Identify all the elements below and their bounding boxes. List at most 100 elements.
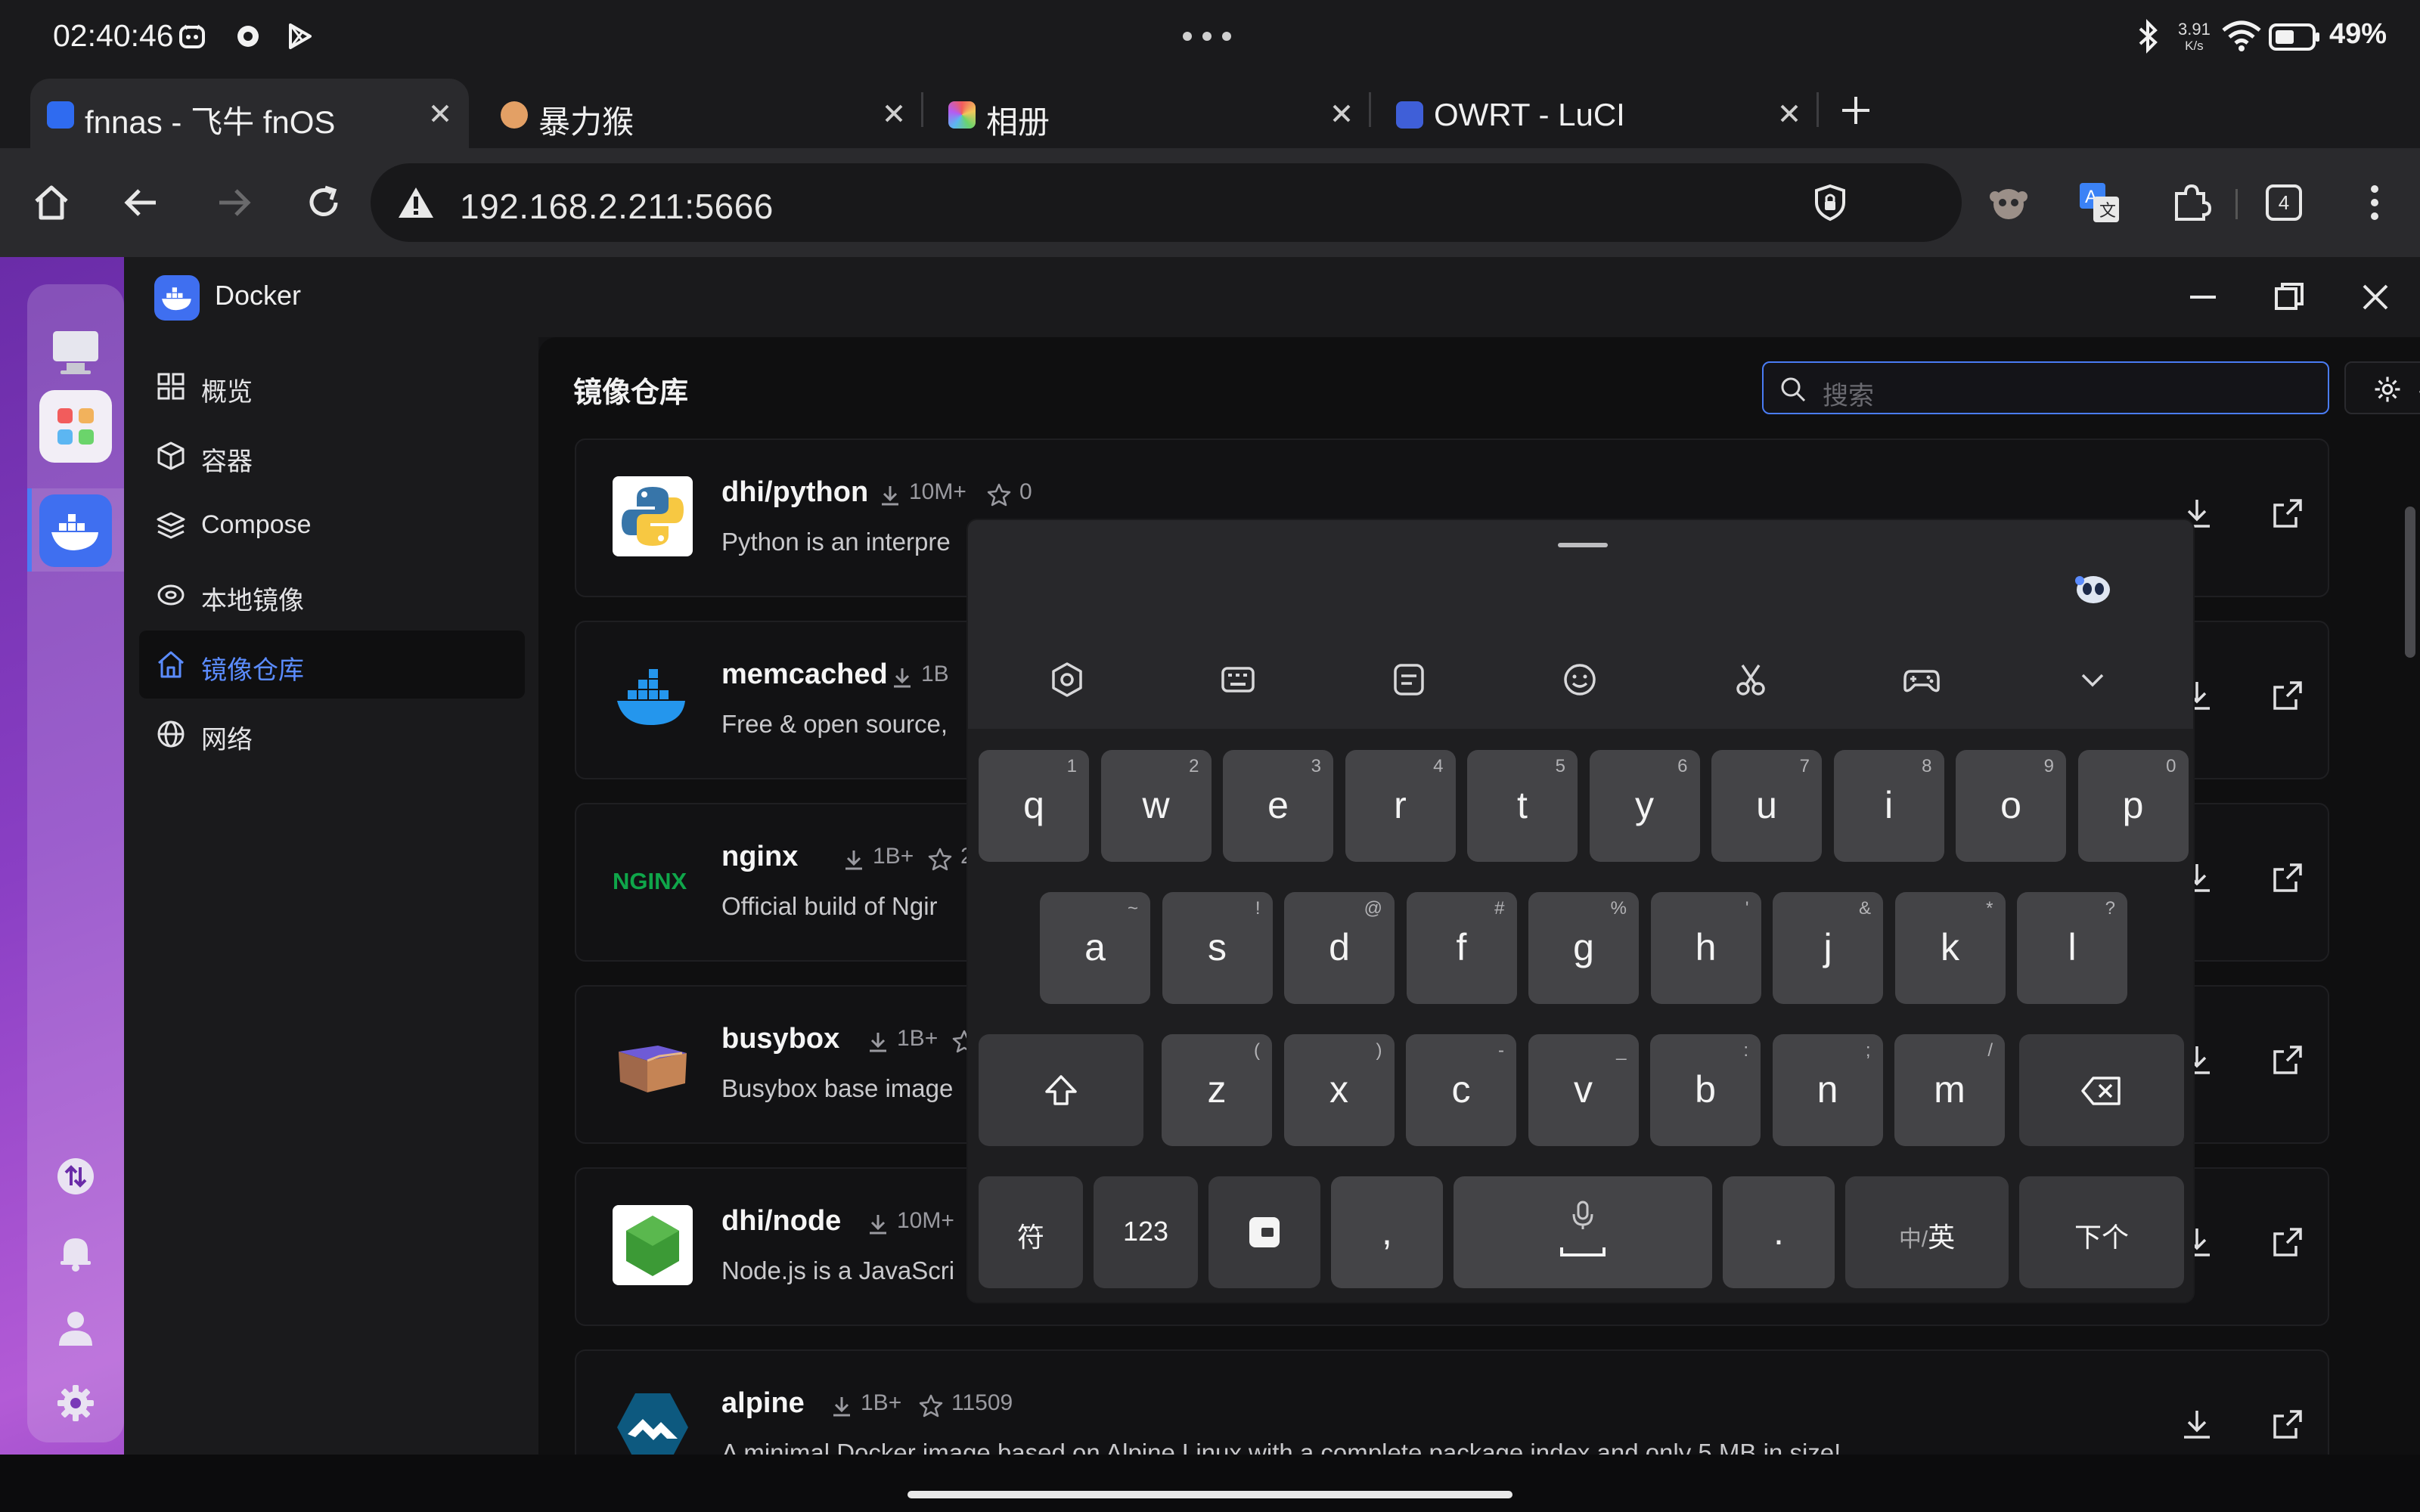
key-w[interactable]: 2w bbox=[1100, 750, 1212, 862]
gear-icon[interactable] bbox=[53, 1380, 98, 1426]
key-y[interactable]: 6y bbox=[1589, 750, 1700, 862]
home-indicator[interactable] bbox=[908, 1491, 1512, 1498]
symbols-key[interactable]: 符 bbox=[979, 1176, 1083, 1288]
chevron-down-icon[interactable] bbox=[2074, 661, 2111, 699]
key-x[interactable]: ) x bbox=[1283, 1034, 1395, 1146]
key-o[interactable]: 9o bbox=[1956, 750, 2066, 862]
key-b[interactable]: :b bbox=[1650, 1034, 1761, 1146]
ime-mascot-icon[interactable] bbox=[2074, 569, 2113, 608]
period-key[interactable]: . bbox=[1723, 1176, 1835, 1288]
nav-item-network[interactable]: 网络 bbox=[139, 700, 525, 768]
dock-app-center[interactable] bbox=[39, 390, 112, 463]
reload-icon[interactable] bbox=[302, 181, 345, 224]
key-q[interactable]: 1q bbox=[979, 750, 1089, 862]
numbers-key[interactable]: 123 bbox=[1094, 1176, 1198, 1288]
key-i[interactable]: 8i bbox=[1833, 750, 1944, 862]
not-secure-warning-icon[interactable] bbox=[396, 184, 436, 221]
nav-item-local-images[interactable]: 本地镜像 bbox=[139, 561, 525, 629]
new-tab-plus-icon[interactable] bbox=[1838, 92, 1874, 129]
dock-app-docker[interactable] bbox=[39, 494, 112, 567]
emoji-icon[interactable] bbox=[1561, 661, 1599, 699]
more-dots-icon[interactable] bbox=[1180, 27, 1234, 45]
key-p[interactable]: 0p bbox=[2077, 750, 2189, 862]
key-g[interactable]: % g bbox=[1528, 892, 1639, 1004]
space-key[interactable] bbox=[1454, 1176, 1712, 1288]
key-a[interactable]: ~ a bbox=[1040, 892, 1150, 1004]
key-r[interactable]: 4r bbox=[1345, 750, 1456, 862]
tab-fnnas[interactable]: fnnas - 飞牛 fnOS bbox=[30, 79, 469, 148]
key-c[interactable]: -c bbox=[1406, 1034, 1516, 1146]
open-external-icon[interactable] bbox=[2270, 1043, 2305, 1077]
tab-owrt-luci[interactable]: OWRT - LuCI bbox=[1379, 79, 1818, 148]
forward-arrow-icon[interactable] bbox=[212, 181, 254, 224]
restore-icon[interactable] bbox=[2270, 278, 2308, 316]
nav-item-containers[interactable]: 容器 bbox=[139, 422, 525, 490]
back-arrow-icon[interactable] bbox=[121, 181, 163, 224]
fnos-favicon-icon bbox=[47, 101, 74, 129]
dock-app-monitor[interactable] bbox=[39, 316, 112, 389]
transfer-icon[interactable] bbox=[53, 1154, 98, 1199]
key-s[interactable]: ! s bbox=[1162, 892, 1273, 1004]
address-bar[interactable]: 192.168.2.211:5666 bbox=[371, 163, 1962, 242]
close-tab-icon[interactable] bbox=[880, 100, 908, 127]
bell-icon[interactable] bbox=[53, 1229, 98, 1275]
key-h[interactable]: ' h bbox=[1650, 892, 1761, 1004]
tab-violentmonkey[interactable]: 暴力猴 bbox=[484, 79, 923, 148]
keyboard-layout-icon[interactable] bbox=[1219, 661, 1257, 699]
key-k[interactable]: * k bbox=[1894, 892, 2006, 1004]
app-center-icon bbox=[57, 408, 94, 445]
clipboard-icon[interactable] bbox=[1390, 661, 1428, 699]
keyboard-drag-handle[interactable] bbox=[1558, 543, 1608, 547]
user-icon[interactable] bbox=[53, 1305, 98, 1350]
settings-button[interactable]: 设置 bbox=[2344, 361, 2420, 414]
minimize-icon[interactable] bbox=[2184, 278, 2222, 316]
nav-item-overview[interactable]: 概览 bbox=[139, 352, 525, 420]
key-d[interactable]: @ d bbox=[1284, 892, 1395, 1004]
close-tab-icon[interactable] bbox=[1776, 100, 1803, 127]
scissors-icon[interactable] bbox=[1732, 661, 1770, 699]
violentmonkey-extension-icon[interactable] bbox=[1987, 181, 2030, 224]
download-count-icon bbox=[870, 1033, 886, 1052]
key-char: w bbox=[1142, 784, 1170, 826]
close-tab-icon[interactable] bbox=[1328, 100, 1355, 127]
search-input[interactable]: 搜索 bbox=[1762, 361, 2329, 414]
comma-key[interactable]: , bbox=[1331, 1176, 1443, 1288]
close-window-icon[interactable] bbox=[2356, 278, 2394, 316]
key-alt-char: : bbox=[1743, 1040, 1748, 1061]
open-external-icon[interactable] bbox=[2270, 1407, 2305, 1442]
emoji-switch-key[interactable] bbox=[1208, 1176, 1320, 1288]
translate-icon[interactable]: A文 bbox=[2078, 181, 2121, 224]
key-f[interactable]: # f bbox=[1406, 892, 1517, 1004]
key-m[interactable]: / m bbox=[1894, 1034, 2005, 1146]
key-z[interactable]: (z bbox=[1162, 1034, 1272, 1146]
next-key[interactable]: 下个 bbox=[2019, 1176, 2184, 1288]
key-n[interactable]: ; n bbox=[1772, 1034, 1883, 1146]
language-switch-key[interactable]: 中/英 bbox=[1845, 1176, 2009, 1288]
key-u[interactable]: 7u bbox=[1711, 750, 1822, 862]
tab-photos[interactable]: 相册 bbox=[932, 79, 1370, 148]
shift-key[interactable] bbox=[979, 1034, 1143, 1146]
menu-kebab-icon[interactable] bbox=[2353, 181, 2396, 224]
open-external-icon[interactable] bbox=[2270, 1225, 2305, 1259]
key-v[interactable]: _ v bbox=[1528, 1034, 1639, 1146]
keyboard-settings-icon[interactable] bbox=[1048, 661, 1086, 699]
shield-icon[interactable] bbox=[1810, 183, 1850, 222]
gamepad-icon[interactable] bbox=[1903, 661, 1941, 699]
open-external-icon[interactable] bbox=[2270, 496, 2305, 531]
home-icon[interactable] bbox=[30, 181, 73, 224]
close-tab-icon[interactable] bbox=[427, 100, 454, 127]
backspace-key[interactable] bbox=[2019, 1034, 2184, 1146]
scrollbar-thumb[interactable] bbox=[2405, 507, 2415, 658]
nav-item-registry[interactable]: 镜像仓库 bbox=[139, 631, 525, 699]
tab-count-button[interactable]: 4 bbox=[2266, 184, 2302, 221]
open-external-icon[interactable] bbox=[2270, 678, 2305, 713]
key-l[interactable]: ? l bbox=[2017, 892, 2127, 1004]
extensions-puzzle-icon[interactable] bbox=[2169, 181, 2211, 224]
open-external-icon[interactable] bbox=[2270, 860, 2305, 895]
key-e[interactable]: 3e bbox=[1223, 750, 1333, 862]
nav-item-compose[interactable]: Compose bbox=[139, 491, 525, 559]
key-t[interactable]: 5t bbox=[1467, 750, 1578, 862]
key-j[interactable]: & j bbox=[1773, 892, 1883, 1004]
repo-row-alpine[interactable]: alpine 1B+ 11509 A minimal Docker image … bbox=[575, 1349, 2329, 1455]
download-icon[interactable] bbox=[2180, 1407, 2214, 1442]
